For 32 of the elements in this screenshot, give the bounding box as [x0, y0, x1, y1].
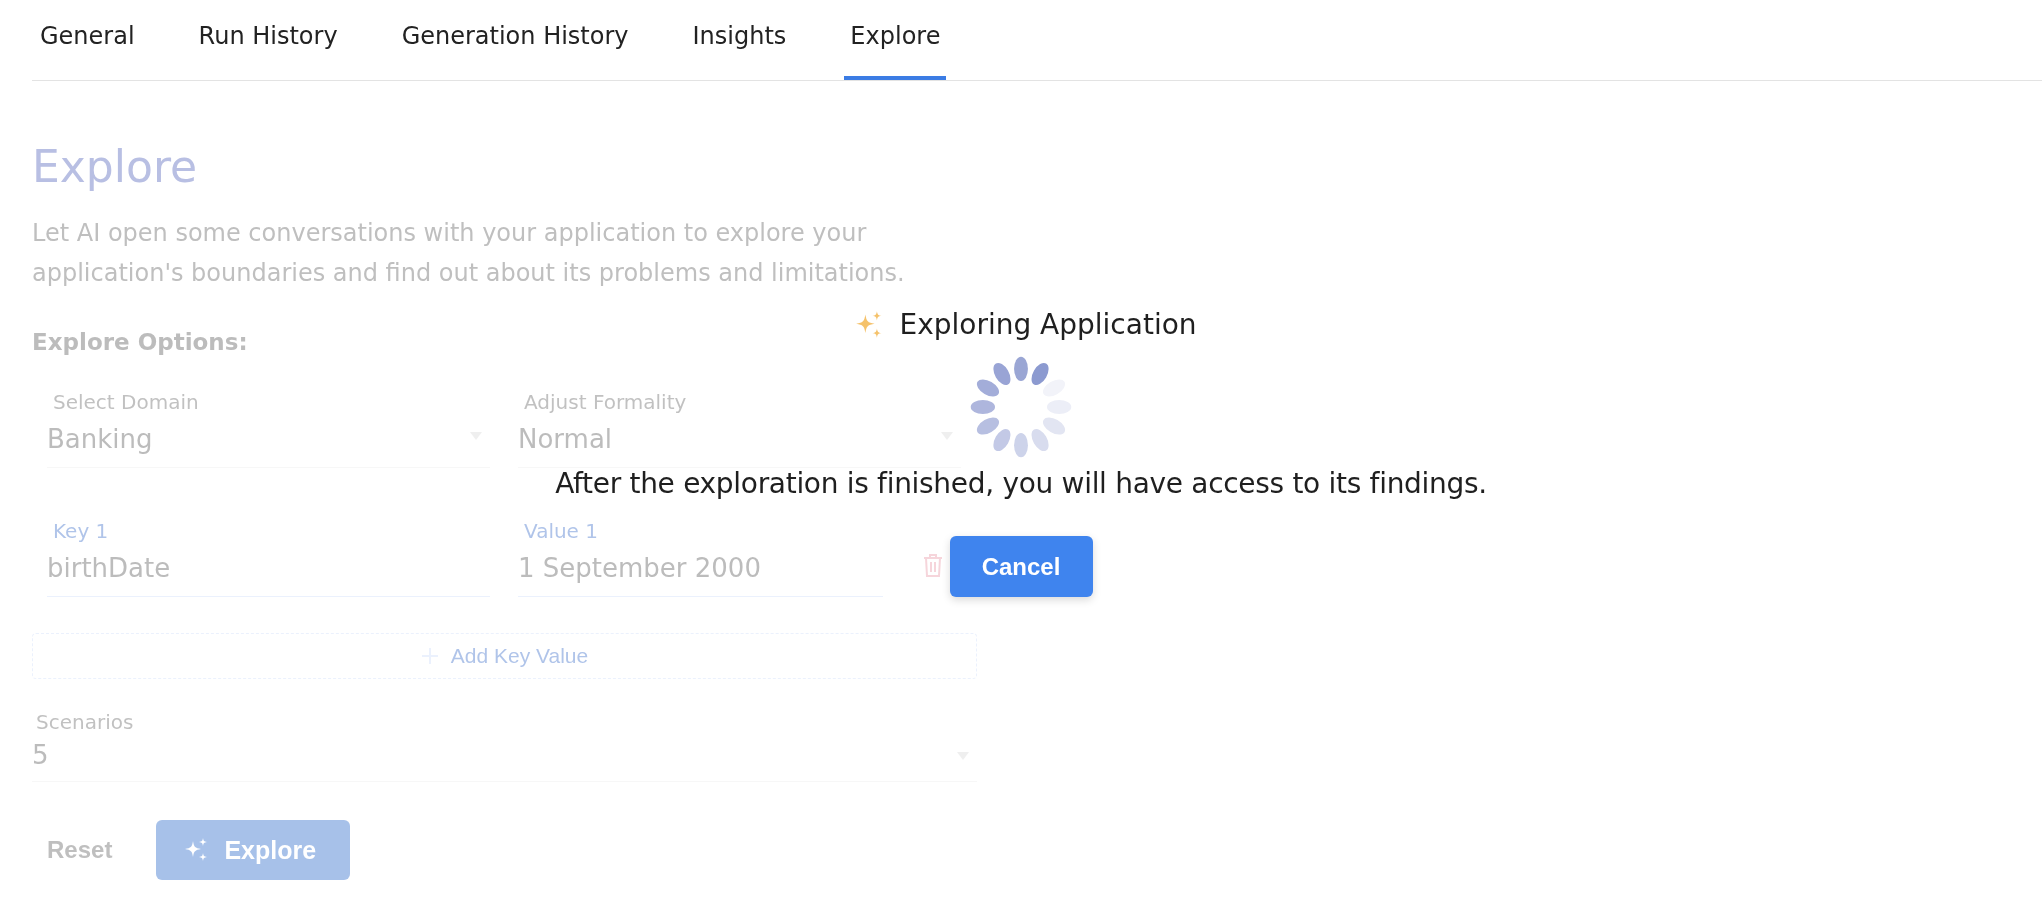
- trash-icon[interactable]: [923, 553, 943, 577]
- page-title: Explore: [32, 140, 198, 194]
- dialog-message: After the exploration is finished, you will have access to its findings.: [555, 467, 1487, 500]
- field-label: Value 1: [523, 518, 598, 544]
- add-key-value-button[interactable]: Add Key Value: [32, 633, 977, 679]
- spinner-icon: [969, 355, 1073, 459]
- field-value: Banking: [47, 423, 153, 456]
- reset-button[interactable]: Reset: [32, 836, 113, 864]
- tab[interactable]: Explore: [844, 0, 947, 80]
- input-field[interactable]: Key 1 birthDate: [47, 518, 490, 597]
- tab[interactable]: Generation History: [395, 0, 635, 80]
- field-label: Select Domain: [52, 389, 199, 415]
- description-text: Let AI open some conversations with your application to explore your: [32, 218, 867, 249]
- field-label: Adjust Formality: [523, 389, 687, 415]
- field-value: 5: [32, 739, 49, 772]
- field-value: 1 September 2000: [518, 552, 761, 585]
- field-value: birthDate: [47, 552, 171, 585]
- input-field[interactable]: Value 1 1 September 2000: [518, 518, 883, 597]
- field-label: Key 1: [52, 518, 109, 544]
- tab[interactable]: General: [34, 0, 141, 80]
- select-field[interactable]: Adjust Formality Normal: [518, 389, 961, 468]
- select-field[interactable]: Select Domain Banking: [47, 389, 490, 468]
- explore-button[interactable]: Explore: [156, 820, 351, 880]
- description-text: application's boundaries and find out about its problems and limitations.: [32, 258, 905, 289]
- tab[interactable]: Insights: [686, 0, 793, 80]
- field-label: Scenarios: [35, 709, 134, 735]
- section-heading: Explore Options:: [32, 329, 248, 355]
- field-value: Normal: [518, 423, 613, 456]
- cancel-button[interactable]: Cancel: [949, 536, 1093, 597]
- tab[interactable]: Run History: [192, 0, 344, 80]
- dialog-title: Exploring Application: [899, 308, 1197, 341]
- select-field[interactable]: Scenarios 5: [32, 709, 977, 782]
